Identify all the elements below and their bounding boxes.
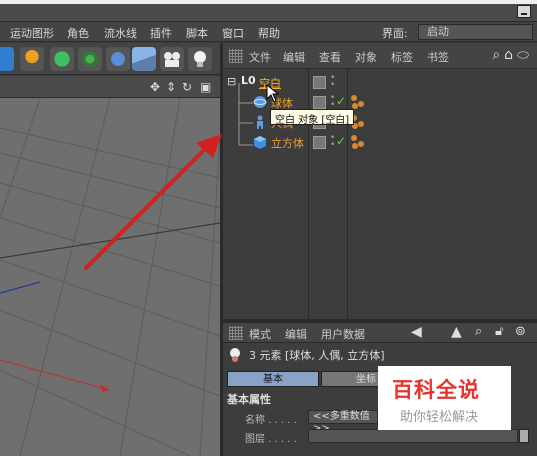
menu-window[interactable]: 窗口 [222, 25, 244, 41]
search-icon[interactable]: ⌕ [475, 324, 482, 339]
om-menu-edit[interactable]: 编辑 [283, 49, 305, 65]
light-icon[interactable] [188, 47, 212, 71]
om-menu-objects[interactable]: 对象 [355, 49, 377, 65]
watermark-title: 百科全说 [392, 378, 480, 402]
sphere-icon [253, 96, 267, 108]
layer-box[interactable] [313, 136, 326, 149]
enabled-check-icon[interactable]: ✓ [336, 134, 346, 148]
enabled-check-icon[interactable]: ✓ [336, 94, 346, 108]
figure-icon [257, 115, 263, 129]
multi-object-icon [230, 348, 240, 362]
hierarchy-lines [238, 83, 253, 146]
watermark-subtitle: 助你轻松解决 [400, 410, 479, 425]
layer-arrow-button[interactable] [519, 429, 529, 443]
camera-icon[interactable] [160, 47, 184, 71]
tooltip: 空白 对象 [空白] [270, 109, 355, 126]
layout-select[interactable]: 启动 [418, 24, 533, 40]
menu-pipeline[interactable]: 流水线 [104, 25, 137, 41]
attribute-manager-menubar: 模式 编辑 用户数据 ◀ ▲ ⌕ 🔓︎ ⊚ [223, 323, 537, 343]
layer-label: 图层 . . . . . [245, 434, 297, 445]
material-tag-icon[interactable] [351, 95, 365, 109]
panel-grip-icon[interactable] [229, 49, 243, 63]
lock-icon[interactable]: 🔓︎ [495, 324, 503, 339]
object-row[interactable]: 立方体 • • ✓ [223, 133, 537, 153]
viewport-header: ✥ ⇕ ↻ ▣ [0, 76, 220, 98]
menu-character[interactable]: 角色 [67, 25, 89, 41]
object-name[interactable]: 立方体 [271, 135, 304, 151]
om-menu-file[interactable]: 文件 [249, 49, 271, 65]
cube-icon [254, 136, 266, 149]
visibility-dots[interactable]: •• [330, 74, 335, 90]
layout-label: 界面: [382, 27, 408, 40]
am-menu-userdata[interactable]: 用户数据 [321, 326, 365, 342]
layer-box[interactable] [313, 96, 326, 109]
caption-strip [0, 0, 537, 4]
am-menu-edit[interactable]: 编辑 [285, 326, 307, 342]
3d-viewport[interactable] [0, 98, 220, 456]
cube-tool-icon[interactable] [0, 47, 14, 71]
main-toolbar [0, 43, 220, 75]
visibility-dots[interactable]: •• [330, 134, 335, 150]
object-list: ⊟ L0 空白 •• 球体 •• ✓ 人偶 •• 立方体 •• ✓ [223, 69, 537, 319]
window-titlebar [0, 0, 537, 22]
menu-mograph[interactable]: 运动图形 [10, 25, 54, 41]
layer-box[interactable] [313, 76, 326, 89]
om-menu-bookmarks[interactable]: 书签 [427, 49, 449, 65]
tab-basic[interactable]: 基本 [227, 371, 319, 387]
watermark-logo: 百科全说 助你轻松解决 [378, 366, 511, 430]
om-menu-view[interactable]: 查看 [319, 49, 341, 65]
layer-field[interactable] [308, 429, 518, 443]
selection-info: 3 元素 [球体, 人偶, 立方体] [249, 349, 385, 362]
settings-icon[interactable]: ⊚ [515, 324, 526, 339]
rotate-view-icon[interactable]: ↻ [182, 80, 192, 94]
main-menubar: 运动图形 角色 流水线 插件 脚本 窗口 帮助 界面: 启动 [0, 22, 537, 42]
material-tag-icon[interactable] [351, 135, 365, 149]
search-icon[interactable]: ⌕⌂⬭ [492, 47, 533, 63]
mograph-cloner-icon[interactable] [78, 47, 102, 71]
menu-script[interactable]: 脚本 [186, 25, 208, 41]
maximize-view-icon[interactable]: ▣ [200, 80, 211, 94]
dolly-view-icon[interactable]: ⇕ [166, 80, 176, 94]
pen-tool-icon[interactable] [20, 47, 44, 71]
mouse-cursor-icon [266, 84, 280, 103]
viewport-grid [0, 98, 220, 456]
deformer-icon[interactable] [106, 47, 130, 71]
name-field[interactable]: <<多重数值>> [308, 410, 378, 434]
menu-help[interactable]: 帮助 [258, 25, 280, 41]
back-arrow-icon[interactable]: ◀ [411, 324, 422, 340]
minimize-button[interactable] [517, 5, 531, 18]
name-label: 名称 . . . . . [245, 415, 297, 426]
om-menu-tags[interactable]: 标签 [391, 49, 413, 65]
am-menu-mode[interactable]: 模式 [249, 326, 271, 342]
section-title: 基本属性 [227, 393, 271, 406]
floor-icon[interactable] [132, 47, 156, 71]
menu-plugins[interactable]: 插件 [150, 25, 172, 41]
object-manager-menubar: 文件 编辑 查看 对象 标签 书签 ⌕⌂⬭ [223, 43, 537, 69]
subdivision-icon[interactable] [50, 47, 74, 71]
visibility-dots[interactable]: •• [330, 94, 335, 110]
panel-grip-icon[interactable] [229, 326, 243, 340]
move-view-icon[interactable]: ✥ [150, 80, 160, 94]
up-arrow-icon[interactable]: ▲ [451, 324, 462, 340]
